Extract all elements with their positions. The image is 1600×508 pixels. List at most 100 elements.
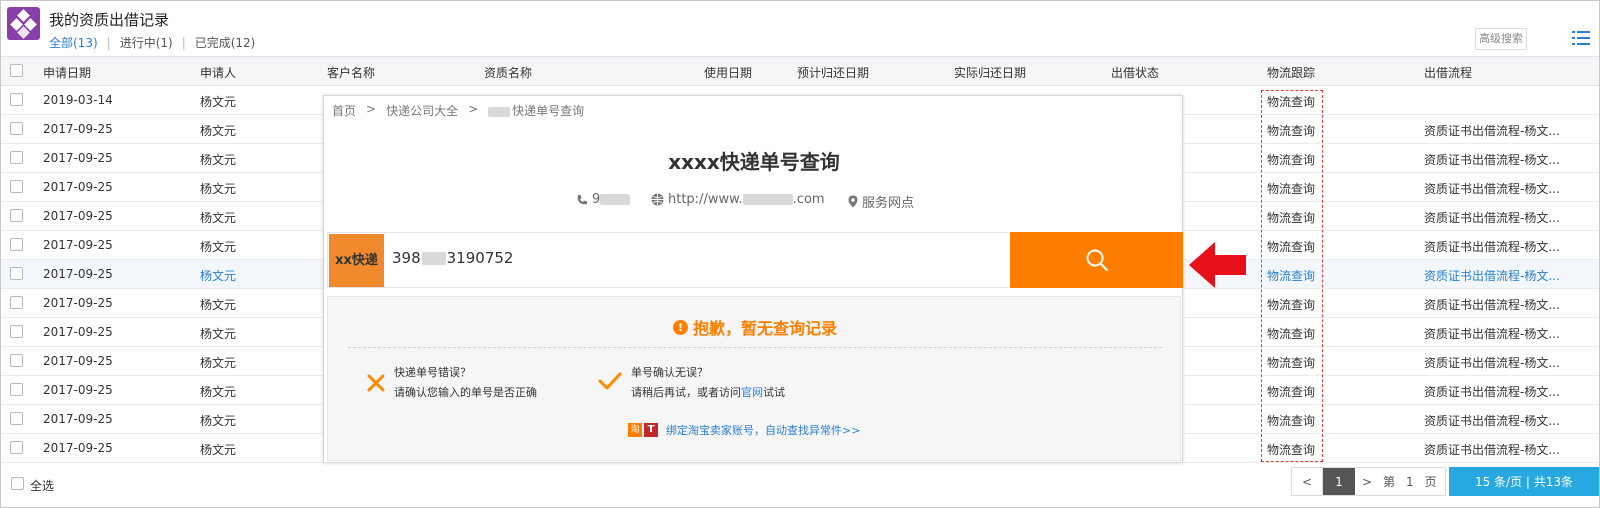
red-arrow-icon [1189,242,1246,288]
row-checkbox[interactable] [10,354,23,367]
official-site-link[interactable]: 官网 [741,386,763,399]
cell-date: 2017-09-25 [43,296,113,310]
process-link[interactable]: 资质证书出借流程-杨文... [1424,325,1598,342]
row-checkbox[interactable] [10,412,23,425]
process-link[interactable]: 资质证书出借流程-杨文... [1424,267,1598,284]
cell-applicant: 杨文元 [200,327,237,341]
select-all-checkbox[interactable] [10,64,23,77]
cell-date: 2017-09-25 [43,267,113,281]
row-checkbox[interactable] [10,238,23,251]
cell-applicant: 杨文元 [200,269,237,283]
popup-title: xxxx快递单号查询 [668,150,840,174]
company-logo: xx快递 [329,234,384,287]
phone-icon [577,194,587,204]
cross-icon [367,374,385,392]
row-checkbox[interactable] [10,325,23,338]
cell-date: 2017-09-25 [43,354,113,368]
tracking-number-end: 3190752 [446,249,514,267]
filter-completed[interactable]: 已完成(12) [195,34,256,51]
process-link[interactable]: 资质证书出借流程-杨文... [1424,441,1598,458]
column-header[interactable]: 物流跟踪 [1267,64,1315,81]
column-header[interactable]: 申请人 [200,64,236,81]
website-url-end[interactable]: .com [793,192,825,207]
redacted-text [421,251,446,265]
row-checkbox[interactable] [10,180,23,193]
prev-page-button[interactable]: < [1292,468,1323,495]
breadcrumb-separator: > [468,102,479,116]
cell-applicant: 杨文元 [200,211,237,225]
tip-wrong-number: 快递单号错误？ 请确认您输入的单号是否正确 [394,363,537,403]
page-title: 我的资质出借记录 [49,11,170,29]
cell-applicant: 杨文元 [200,240,237,254]
filter-all[interactable]: 全部(13) [49,34,98,51]
page-size-selector[interactable]: 15 条/页 | 共13条 [1449,467,1599,496]
cell-date: 2017-09-25 [43,412,113,426]
current-page-button[interactable]: 1 [1323,468,1355,495]
column-header[interactable]: 出借状态 [1111,64,1159,81]
process-link[interactable]: 资质证书出借流程-杨文... [1424,412,1598,429]
app-logo-icon [7,7,40,40]
logistics-column-highlight [1261,90,1323,462]
row-checkbox[interactable] [10,93,23,106]
page-label: 第 [1383,475,1396,489]
row-checkbox[interactable] [10,441,23,454]
process-link[interactable]: 资质证书出借流程-杨文... [1424,354,1598,371]
process-link[interactable]: 资质证书出借流程-杨文... [1424,238,1598,255]
cell-date: 2017-09-25 [43,209,113,223]
taobao-promo[interactable]: 淘 T 绑定淘宝卖家账号，自动查找异常件>> [628,422,860,438]
cell-applicant: 杨文元 [200,385,237,399]
process-link[interactable]: 资质证书出借流程-杨文... [1424,296,1598,313]
redacted-text [488,106,511,117]
column-header[interactable]: 资质名称 [484,64,532,81]
breadcrumb-current: 快递单号查询 [512,104,585,118]
cell-date: 2017-09-25 [43,325,113,339]
phone-info: 9 [576,192,631,207]
filter-in-progress[interactable]: 进行中(1) [120,34,173,51]
column-header[interactable]: 预计归还日期 [797,64,869,81]
list-view-icon[interactable] [1572,30,1590,46]
website-info: http://www. .com [651,192,825,207]
express-tracking-popup: 首页 > 快递公司大全 > 快递单号查询 xxxx快递单号查询 9 http:/… [323,95,1183,463]
row-checkbox[interactable] [10,267,23,280]
row-checkbox[interactable] [10,151,23,164]
column-header[interactable]: 实际归还日期 [954,64,1026,81]
tip-number-correct: 单号确认无误？ 请稍后再试，或者访问官网试试 [631,363,785,403]
tracking-number-input[interactable]: 398 3190752 [392,249,513,267]
process-link[interactable]: 资质证书出借流程-杨文... [1424,383,1598,400]
service-points-link[interactable]: 服务网点 [848,192,914,211]
cell-applicant: 杨文元 [200,153,237,167]
row-checkbox[interactable] [10,122,23,135]
cell-date: 2017-09-25 [43,441,113,455]
select-all-label[interactable]: 全选 [30,477,54,494]
next-page-button[interactable]: > [1355,468,1379,495]
cell-applicant: 杨文元 [200,356,237,370]
website-url-start[interactable]: http://www. [668,192,743,207]
cell-applicant: 杨文元 [200,182,237,196]
process-link[interactable]: 资质证书出借流程-杨文... [1424,122,1598,139]
footer-select-all-checkbox[interactable] [11,477,24,490]
row-checkbox[interactable] [10,383,23,396]
column-header[interactable]: 申请日期 [43,64,91,81]
process-link[interactable]: 资质证书出借流程-杨文... [1424,180,1598,197]
page-number-input[interactable]: 1 [1399,468,1421,495]
tip-number-correct-text-end: 试试 [763,386,785,399]
taobao-promo-link[interactable]: 绑定淘宝卖家账号，自动查找异常件>> [666,422,860,438]
row-checkbox[interactable] [10,296,23,309]
page-label-end: 页 [1424,475,1437,489]
row-checkbox[interactable] [10,209,23,222]
no-result-message: ! 抱歉，暂无查询记录 [328,315,1182,339]
tip-wrong-number-title: 快递单号错误？ [394,366,471,379]
breadcrumb-home[interactable]: 首页 [332,102,356,119]
process-link[interactable]: 资质证书出借流程-杨文... [1424,209,1598,226]
column-header[interactable]: 客户名称 [327,64,375,81]
search-button[interactable] [1010,232,1183,288]
column-header[interactable]: 使用日期 [704,64,752,81]
breadcrumb-companies[interactable]: 快递公司大全 [386,102,458,119]
tip-number-correct-title: 单号确认无误？ [631,366,708,379]
cell-date: 2019-03-14 [43,93,113,107]
advanced-search-button[interactable]: 高级搜索 [1475,28,1527,50]
process-link[interactable]: 资质证书出借流程-杨文... [1424,151,1598,168]
column-header[interactable]: 出借流程 [1424,64,1472,81]
table-header: 申请日期 申请人 客户名称 资质名称 使用日期 预计归还日期 实际归还日期 出借… [1,56,1599,86]
divider: | [106,35,111,50]
